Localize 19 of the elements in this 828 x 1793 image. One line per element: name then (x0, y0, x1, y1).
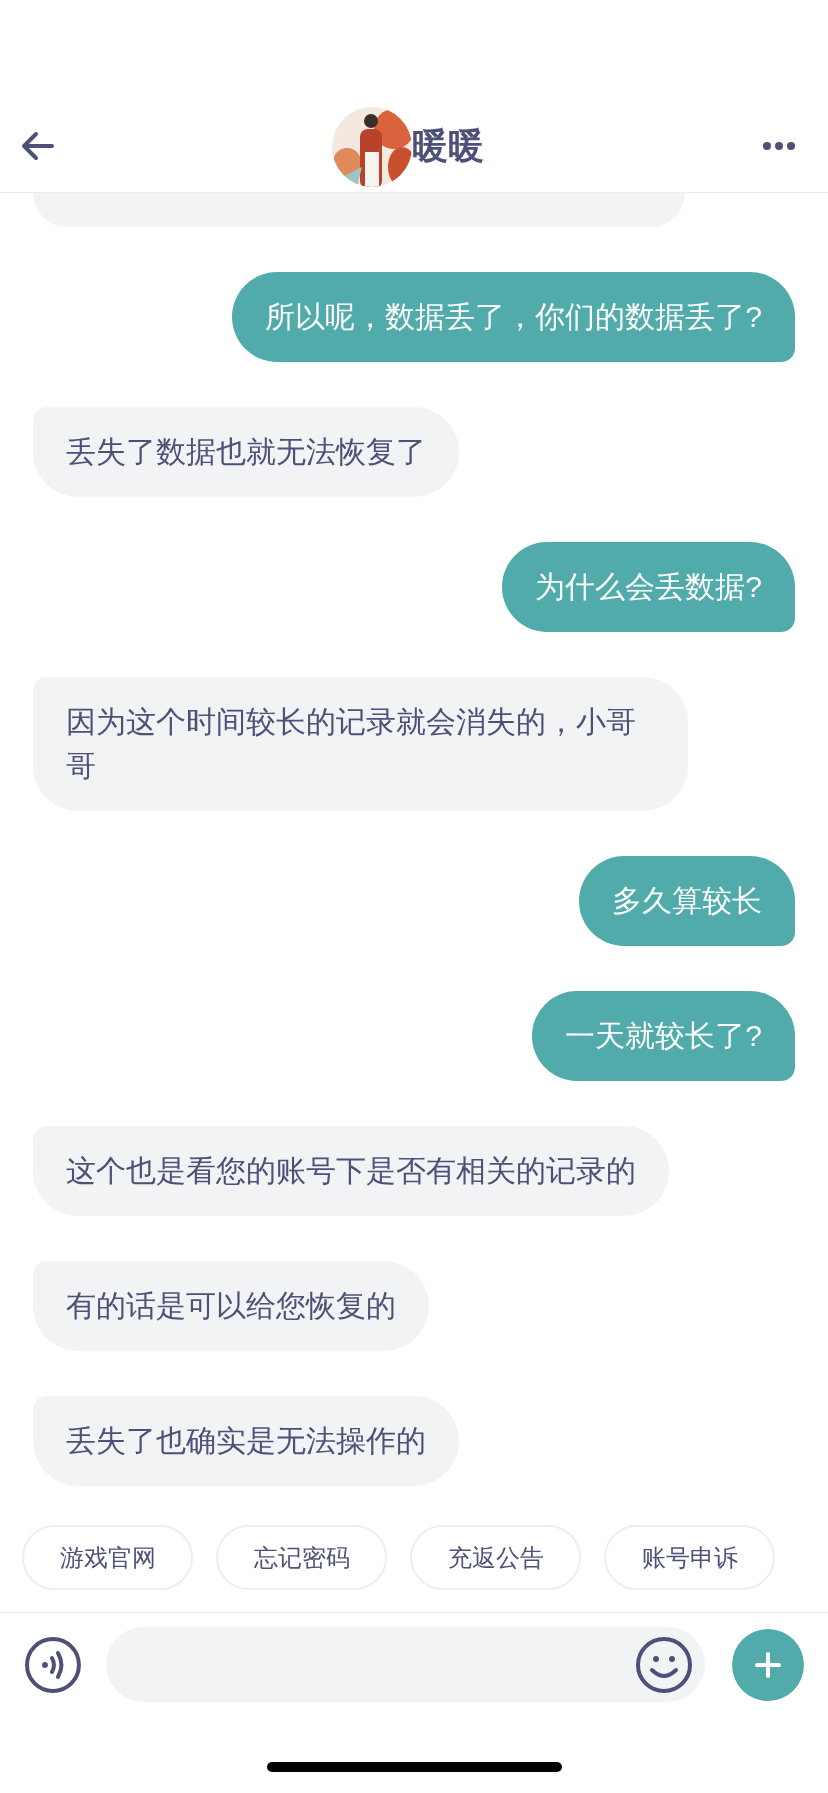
quick-reply-chip[interactable]: 账号申诉 (604, 1525, 775, 1590)
chat-title: 暖暖 (412, 128, 484, 164)
message-bubble: 这个也是看您的账号下是否有相关的记录的 (33, 1126, 669, 1216)
message-bubble: 丢失了数据也就无法恢复了 (33, 407, 459, 497)
message-bubble: 丢失了也确实是无法操作的 (33, 1396, 459, 1486)
more-icon[interactable] (762, 141, 796, 151)
voice-icon[interactable] (24, 1635, 82, 1694)
emoji-icon[interactable] (635, 1635, 694, 1694)
message-bubble: 多久算较长 (579, 856, 795, 946)
quick-reply-chip[interactable]: 忘记密码 (216, 1525, 387, 1590)
message-bubble: 有的话是可以给您恢复的 (33, 1261, 429, 1351)
message-bubble: 所以呢，数据丢了，你们的数据丢了? (232, 272, 795, 362)
quick-reply-chip[interactable]: 充返公告 (410, 1525, 581, 1590)
quick-reply-chip[interactable]: 游戏官网 (22, 1525, 193, 1590)
message-bubble: 因为这个时间较长的记录就会消失的，小哥哥 (33, 677, 688, 811)
message-bubble: 为什么会丢数据? (502, 542, 795, 632)
message-bubble: 一天就较长了? (532, 991, 795, 1081)
back-icon[interactable] (20, 131, 54, 161)
plus-icon (755, 1651, 782, 1678)
